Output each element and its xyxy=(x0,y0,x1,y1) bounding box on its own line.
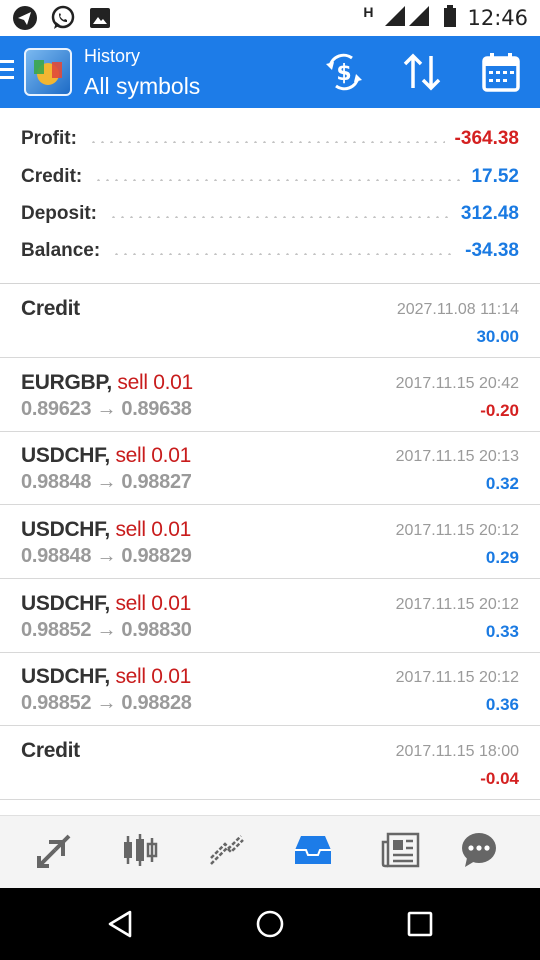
item-date: 2027.11.08 11:14 xyxy=(396,301,519,318)
trade-icon xyxy=(207,830,247,875)
tab-quotes[interactable] xyxy=(20,816,90,889)
summary-label: Deposit: xyxy=(21,203,97,224)
summary-section: Profit: -364.38 Credit: 17.52 Deposit: 3… xyxy=(0,108,540,284)
news-icon xyxy=(380,830,420,875)
dotted-leader xyxy=(94,179,462,181)
item-prices: 0.98852 → 0.98830 xyxy=(21,619,192,641)
summary-value: 312.48 xyxy=(460,203,519,224)
list-item[interactable]: USDCHF, sell 0.01 0.98852 → 0.98830 2017… xyxy=(0,580,540,653)
summary-value: -34.38 xyxy=(465,240,519,261)
summary-row-balance: Balance: -34.38 xyxy=(21,236,519,266)
item-title: USDCHF, sell 0.01 xyxy=(21,592,191,616)
item-side: sell 0.01 xyxy=(117,371,193,394)
svg-text:$: $ xyxy=(336,61,351,86)
item-profit: -0.04 xyxy=(480,769,519,788)
item-prices: 0.89623 → 0.89638 xyxy=(21,398,192,420)
back-icon[interactable] xyxy=(102,906,138,942)
signal-icon xyxy=(383,4,433,33)
home-icon[interactable] xyxy=(252,906,288,942)
summary-label: Profit: xyxy=(21,128,77,149)
tab-chat[interactable] xyxy=(444,816,514,889)
list-item[interactable]: USDCHF, sell 0.01 0.98852 → 0.98828 2017… xyxy=(0,653,540,726)
tab-news[interactable] xyxy=(365,816,435,889)
item-title: USDCHF, sell 0.01 xyxy=(21,518,191,542)
list-item[interactable]: Credit 2027.11.08 11:14 30.00 xyxy=(0,285,540,358)
dotted-leader xyxy=(109,216,451,218)
item-symbol: EURGBP, xyxy=(21,371,112,394)
network-type-label: H xyxy=(363,4,374,20)
tab-trade[interactable] xyxy=(192,816,262,889)
item-prices: 0.98852 → 0.98828 xyxy=(21,692,192,714)
summary-row-deposit: Deposit: 312.48 xyxy=(21,199,519,229)
tab-history[interactable] xyxy=(278,816,348,889)
telegram-icon xyxy=(12,5,38,36)
item-date: 2017.11.15 20:42 xyxy=(395,375,519,392)
header-title: History xyxy=(84,46,141,66)
item-title: USDCHF, sell 0.01 xyxy=(21,665,191,689)
item-symbol: USDCHF, xyxy=(21,444,110,467)
item-profit: 0.32 xyxy=(485,474,519,493)
list-item[interactable]: USDCHF, sell 0.01 0.98848 → 0.98829 2017… xyxy=(0,506,540,579)
item-profit: 0.29 xyxy=(485,548,519,567)
app-logo[interactable] xyxy=(24,48,72,96)
recents-icon[interactable] xyxy=(402,906,438,942)
item-date: 2017.11.15 20:12 xyxy=(395,596,519,613)
item-title: USDCHF, sell 0.01 xyxy=(21,444,191,468)
summary-value: -364.38 xyxy=(454,128,519,149)
item-symbol: USDCHF, xyxy=(21,518,110,541)
list-item[interactable]: Credit 2017.11.15 18:00 -0.04 xyxy=(0,727,540,800)
summary-value: 17.52 xyxy=(471,166,519,187)
summary-label: Credit: xyxy=(21,166,83,187)
menu-icon[interactable] xyxy=(0,60,14,84)
chat-icon xyxy=(459,830,499,875)
tab-chart[interactable] xyxy=(105,816,175,889)
item-profit: 30.00 xyxy=(476,327,519,346)
item-prices: 0.98848 → 0.98829 xyxy=(21,545,192,567)
item-date: 2017.11.15 20:12 xyxy=(395,669,519,686)
item-side: sell 0.01 xyxy=(115,444,191,467)
whatsapp-icon xyxy=(50,5,76,36)
gallery-icon xyxy=(88,6,112,35)
quotes-icon xyxy=(35,830,75,875)
item-side: sell 0.01 xyxy=(115,665,191,688)
dotted-leader xyxy=(112,253,456,255)
header-subtitle[interactable]: All symbols xyxy=(84,73,200,100)
item-date: 2017.11.15 20:12 xyxy=(395,522,519,539)
summary-row-profit: Profit: -364.38 xyxy=(21,124,519,154)
list-item[interactable]: USDCHF, sell 0.01 0.98848 → 0.98827 2017… xyxy=(0,432,540,505)
item-profit: -0.20 xyxy=(480,401,519,420)
status-bar: H 12:46 xyxy=(0,0,540,36)
bottom-toolbar xyxy=(0,815,540,888)
item-side: sell 0.01 xyxy=(115,592,191,615)
status-time: 12:46 xyxy=(467,6,528,30)
item-side: sell 0.01 xyxy=(115,518,191,541)
item-symbol: USDCHF, xyxy=(21,665,110,688)
history-icon xyxy=(293,830,333,875)
item-prices: 0.98848 → 0.98827 xyxy=(21,471,192,493)
dotted-leader xyxy=(88,141,445,143)
item-profit: 0.36 xyxy=(485,695,519,714)
battery-icon xyxy=(443,4,457,33)
navigation-bar xyxy=(0,888,540,960)
item-profit: 0.33 xyxy=(485,622,519,641)
item-symbol: Credit xyxy=(21,297,80,320)
currency-exchange-icon[interactable]: $ xyxy=(322,50,366,94)
sort-icon[interactable] xyxy=(400,50,444,94)
app-header: History All symbols $ xyxy=(0,36,540,108)
summary-row-credit: Credit: 17.52 xyxy=(21,162,519,192)
calendar-icon[interactable] xyxy=(479,50,523,94)
summary-label: Balance: xyxy=(21,240,101,261)
chart-icon xyxy=(120,830,160,875)
item-date: 2017.11.15 20:13 xyxy=(395,448,519,465)
item-date: 2017.11.15 18:00 xyxy=(395,743,519,760)
item-symbol: Credit xyxy=(21,739,80,762)
list-item[interactable]: EURGBP, sell 0.01 0.89623 → 0.89638 2017… xyxy=(0,359,540,432)
item-title: EURGBP, sell 0.01 xyxy=(21,371,193,395)
item-symbol: USDCHF, xyxy=(21,592,110,615)
